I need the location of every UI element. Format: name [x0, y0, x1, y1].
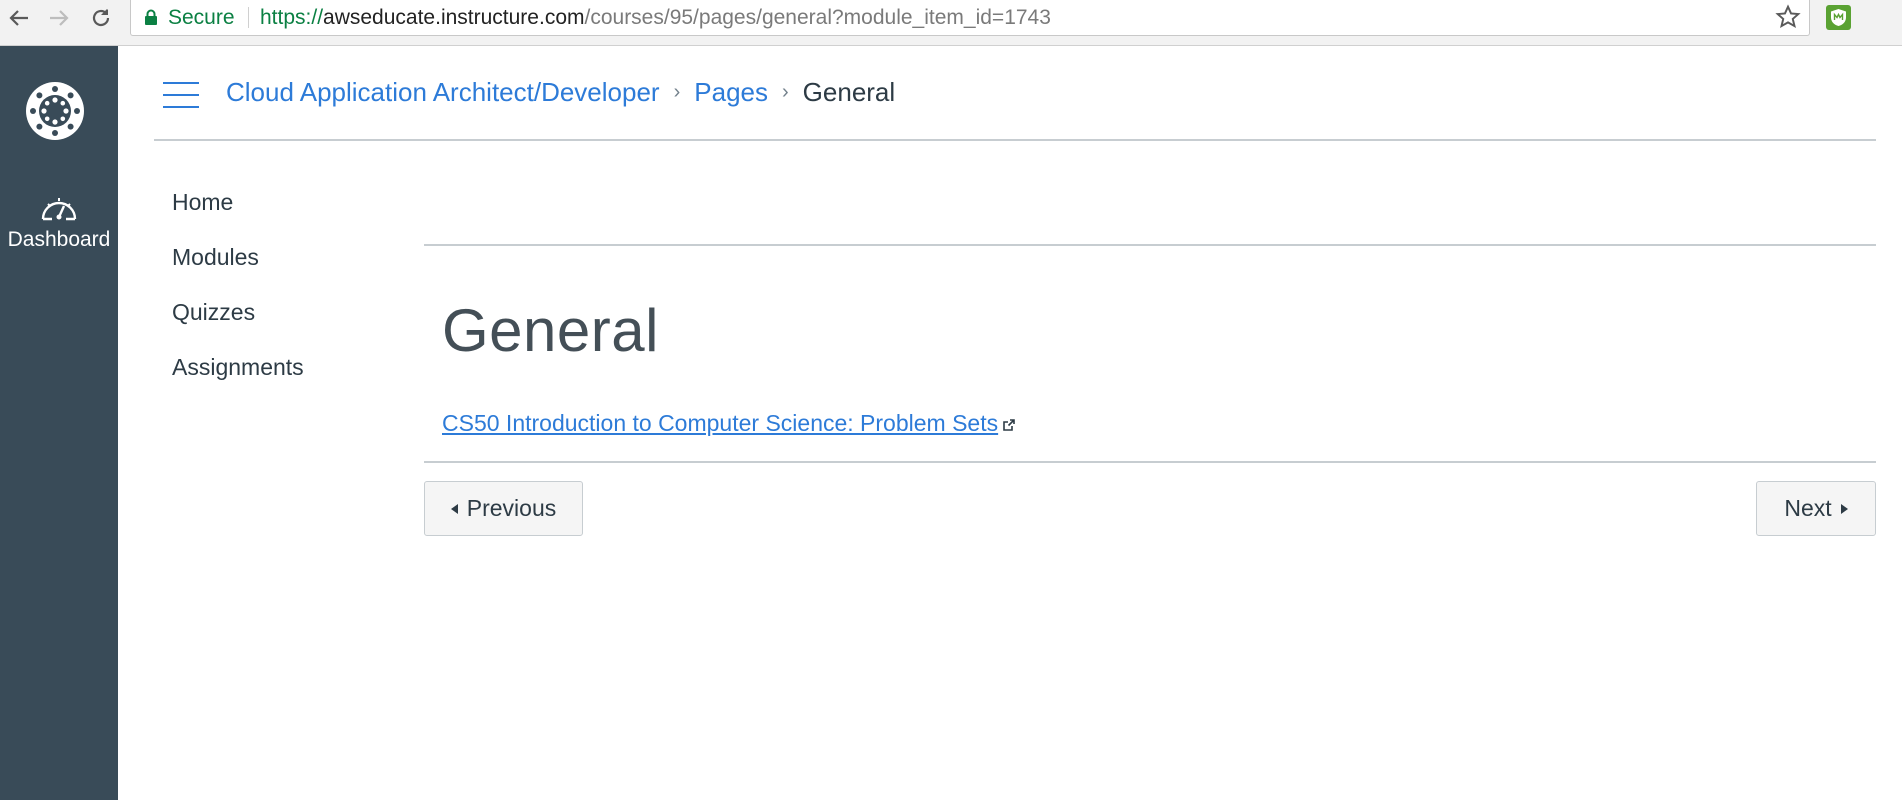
- previous-label: Previous: [466, 495, 557, 521]
- next-label: Next: [1784, 495, 1832, 521]
- external-content-link[interactable]: CS50 Introduction to Computer Science: P…: [442, 410, 1016, 437]
- bookmark-star-icon[interactable]: [1775, 4, 1801, 30]
- canvas-logo-icon[interactable]: [22, 78, 88, 144]
- external-link-text: CS50 Introduction to Computer Science: P…: [442, 410, 999, 436]
- secure-label: Secure: [168, 5, 235, 29]
- breadcrumb-current: General: [802, 77, 896, 107]
- extension-button[interactable]: [1826, 5, 1851, 30]
- security-indicator[interactable]: Secure: [144, 0, 235, 35]
- forward-button[interactable]: [44, 3, 74, 33]
- next-button[interactable]: Next: [1756, 481, 1876, 536]
- content-top-divider: [424, 244, 1876, 246]
- back-button[interactable]: [4, 3, 34, 33]
- dashboard-nav-item[interactable]: Dashboard: [0, 192, 118, 252]
- shield-icon: [1831, 9, 1846, 26]
- course-nav-modules[interactable]: Modules: [172, 235, 304, 290]
- address-divider: [248, 7, 249, 28]
- course-nav-quizzes[interactable]: Quizzes: [172, 290, 304, 345]
- breadcrumb: Cloud Application Architect/Developer › …: [226, 46, 895, 139]
- url-scheme: https://: [260, 6, 324, 29]
- breadcrumb-course-link[interactable]: Cloud Application Architect/Developer: [226, 77, 660, 108]
- url-text[interactable]: https://awseducate.instructure.com/cours…: [260, 0, 1051, 35]
- back-arrow-icon: [9, 10, 28, 26]
- caret-right-icon: [1840, 503, 1848, 514]
- speedometer-icon: [41, 198, 77, 221]
- url-host: awseducate.instructure.com: [323, 6, 585, 29]
- previous-button[interactable]: Previous: [424, 481, 583, 536]
- global-nav: Dashboard: [0, 46, 118, 800]
- chevron-right-icon: ›: [673, 81, 681, 103]
- chevron-right-icon: ›: [782, 81, 789, 103]
- course-nav: Home Modules Quizzes Assignments: [172, 180, 304, 400]
- page-header: Cloud Application Architect/Developer › …: [154, 46, 1876, 141]
- breadcrumb-pages-link[interactable]: Pages: [694, 77, 768, 108]
- lock-icon: [145, 9, 157, 25]
- course-nav-home[interactable]: Home: [172, 180, 304, 235]
- content-bottom-divider: [424, 461, 1876, 463]
- browser-toolbar: Secure https://awseducate.instructure.co…: [0, 0, 1902, 46]
- dashboard-label: Dashboard: [7, 228, 111, 251]
- hamburger-menu-icon[interactable]: [163, 82, 199, 108]
- external-link-icon: [1003, 419, 1015, 431]
- page-title: General: [442, 297, 659, 364]
- reload-icon: [92, 9, 110, 27]
- caret-left-icon: [450, 503, 458, 514]
- forward-arrow-icon: [50, 10, 69, 26]
- address-bar[interactable]: Secure https://awseducate.instructure.co…: [130, 0, 1810, 36]
- url-path: /courses/95/pages/general?module_item_id…: [584, 6, 1051, 29]
- reload-button[interactable]: [86, 3, 116, 33]
- course-nav-assignments[interactable]: Assignments: [172, 345, 304, 400]
